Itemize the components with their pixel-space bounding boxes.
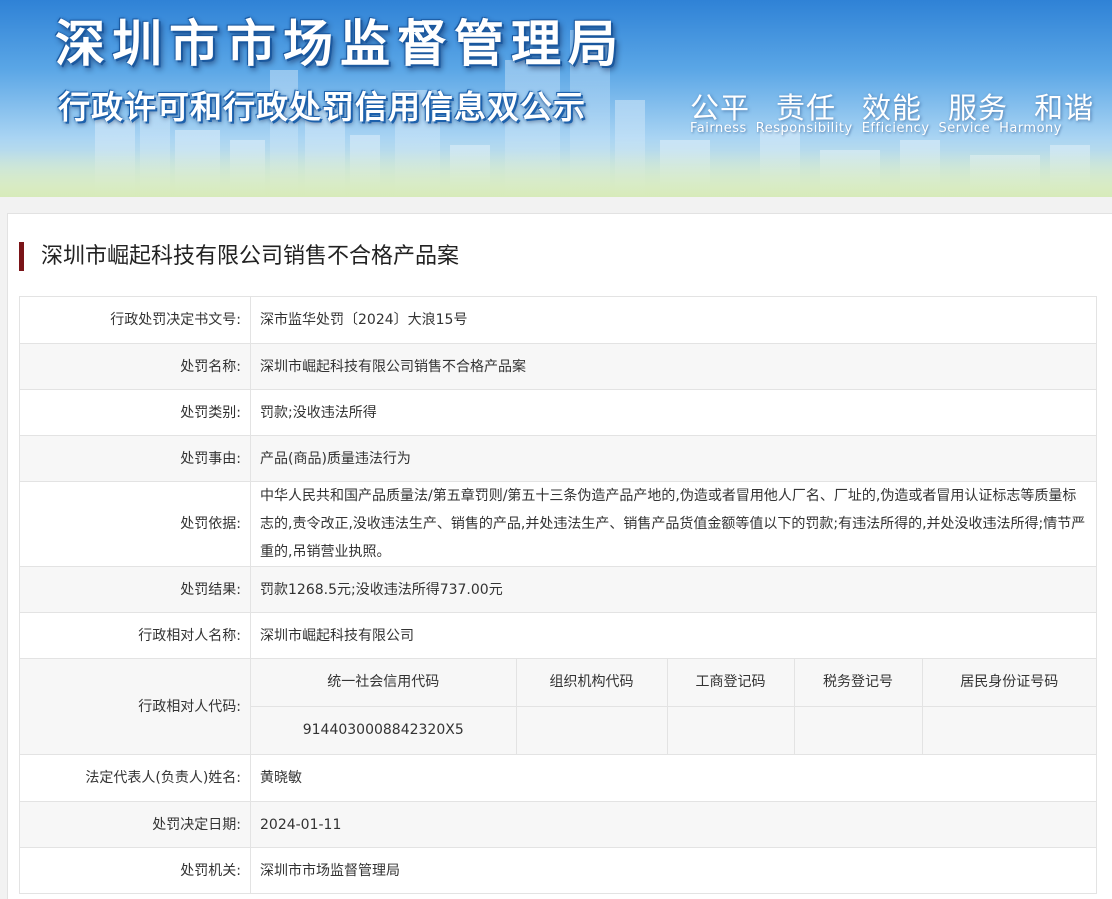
code-header: 组织机构代码 <box>516 659 668 707</box>
content-panel: 深圳市崛起科技有限公司销售不合格产品案 行政处罚决定书文号: 深市监华处罚〔20… <box>7 213 1112 899</box>
code-value <box>794 706 923 754</box>
site-title: 深圳市市场监督管理局 <box>55 15 625 73</box>
penalty-basis: 中华人民共和国产品质量法/第五章罚则/第五十三条伪造产品产地的,伪造或者冒用他人… <box>250 481 1097 567</box>
row-label: 行政处罚决定书文号: <box>19 296 251 344</box>
header-banner: 深圳市市场监督管理局 行政许可和行政处罚信用信息双公示 公平 责任 效能 服务 和谐 F… <box>0 0 1112 197</box>
penalty-name: 深圳市崛起科技有限公司销售不合格产品案 <box>250 343 1097 390</box>
slogan-item: 和谐 <box>1034 91 1095 125</box>
slogan-en-item: Fairness <box>690 121 747 136</box>
row-label: 处罚结果: <box>19 566 251 613</box>
party-name: 深圳市崛起科技有限公司 <box>250 612 1097 659</box>
table-row: 行政相对人名称: 深圳市崛起科技有限公司 <box>19 612 1097 659</box>
decision-doc-number: 深市监华处罚〔2024〕大浪15号 <box>250 296 1097 344</box>
code-value: 9144030008842320X5 <box>251 706 517 754</box>
legal-representative: 黄晓敏 <box>250 754 1097 802</box>
penalty-authority: 深圳市市场监督管理局 <box>250 847 1097 894</box>
row-label: 法定代表人(负责人)姓名: <box>19 754 251 802</box>
slogan-item: 服务 <box>948 91 1009 125</box>
table-row: 行政处罚决定书文号: 深市监华处罚〔2024〕大浪15号 <box>19 296 1097 344</box>
row-label: 处罚类别: <box>19 389 251 436</box>
table-row: 处罚依据: 中华人民共和国产品质量法/第五章罚则/第五十三条伪造产品产地的,伪造… <box>19 481 1097 567</box>
slogan-en-item: Efficiency <box>861 121 930 136</box>
code-header: 税务登记号 <box>794 659 923 707</box>
code-header: 统一社会信用代码 <box>251 659 517 707</box>
slogan-item: 责任 <box>776 91 837 125</box>
code-value <box>667 706 795 754</box>
slogan-en-item: Service <box>938 121 991 136</box>
penalty-info-table: 行政处罚决定书文号: 深市监华处罚〔2024〕大浪15号 处罚名称: 深圳市崛起… <box>19 296 1097 894</box>
slogan-item: 效能 <box>862 91 923 125</box>
party-code-value-row: 9144030008842320X5 <box>251 706 1096 754</box>
table-row: 法定代表人(负责人)姓名: 黄晓敏 <box>19 754 1097 802</box>
table-row: 处罚结果: 罚款1268.5元;没收违法所得737.00元 <box>19 566 1097 613</box>
slogan-item: 公平 <box>690 91 751 125</box>
case-title: 深圳市崛起科技有限公司销售不合格产品案 <box>19 242 459 271</box>
party-code-table: 统一社会信用代码 组织机构代码 工商登记码 税务登记号 居民身份证号码 9144… <box>251 659 1096 754</box>
decision-date: 2024-01-11 <box>250 801 1097 848</box>
penalty-type: 罚款;没收违法所得 <box>250 389 1097 436</box>
row-label: 处罚机关: <box>19 847 251 894</box>
code-value <box>516 706 668 754</box>
row-label: 行政相对人名称: <box>19 612 251 659</box>
penalty-result: 罚款1268.5元;没收违法所得737.00元 <box>250 566 1097 613</box>
code-header: 居民身份证号码 <box>922 659 1096 707</box>
slogan-en-item: Responsibility <box>755 121 853 136</box>
table-row: 行政相对人代码: 统一社会信用代码 组织机构代码 工商登记码 税务登记号 居民身… <box>19 658 1097 755</box>
row-label: 处罚名称: <box>19 343 251 390</box>
slogan-en-item: Harmony <box>999 121 1062 136</box>
slogan-en: Fairness Responsibility Efficiency Service H… <box>690 121 1071 136</box>
party-code-header-row: 统一社会信用代码 组织机构代码 工商登记码 税务登记号 居民身份证号码 <box>251 659 1096 707</box>
row-label: 处罚依据: <box>19 481 251 567</box>
row-label: 处罚决定日期: <box>19 801 251 848</box>
row-label: 处罚事由: <box>19 435 251 482</box>
table-row: 处罚类别: 罚款;没收违法所得 <box>19 389 1097 436</box>
table-row: 处罚机关: 深圳市市场监督管理局 <box>19 847 1097 894</box>
table-row: 处罚名称: 深圳市崛起科技有限公司销售不合格产品案 <box>19 343 1097 390</box>
code-header: 工商登记码 <box>667 659 795 707</box>
row-label: 行政相对人代码: <box>19 658 251 755</box>
code-value <box>922 706 1096 754</box>
site-subtitle: 行政许可和行政处罚信用信息双公示 <box>58 88 587 126</box>
penalty-reason: 产品(商品)质量违法行为 <box>250 435 1097 482</box>
party-code-cell: 统一社会信用代码 组织机构代码 工商登记码 税务登记号 居民身份证号码 9144… <box>250 658 1097 755</box>
table-row: 处罚事由: 产品(商品)质量违法行为 <box>19 435 1097 482</box>
table-row: 处罚决定日期: 2024-01-11 <box>19 801 1097 848</box>
